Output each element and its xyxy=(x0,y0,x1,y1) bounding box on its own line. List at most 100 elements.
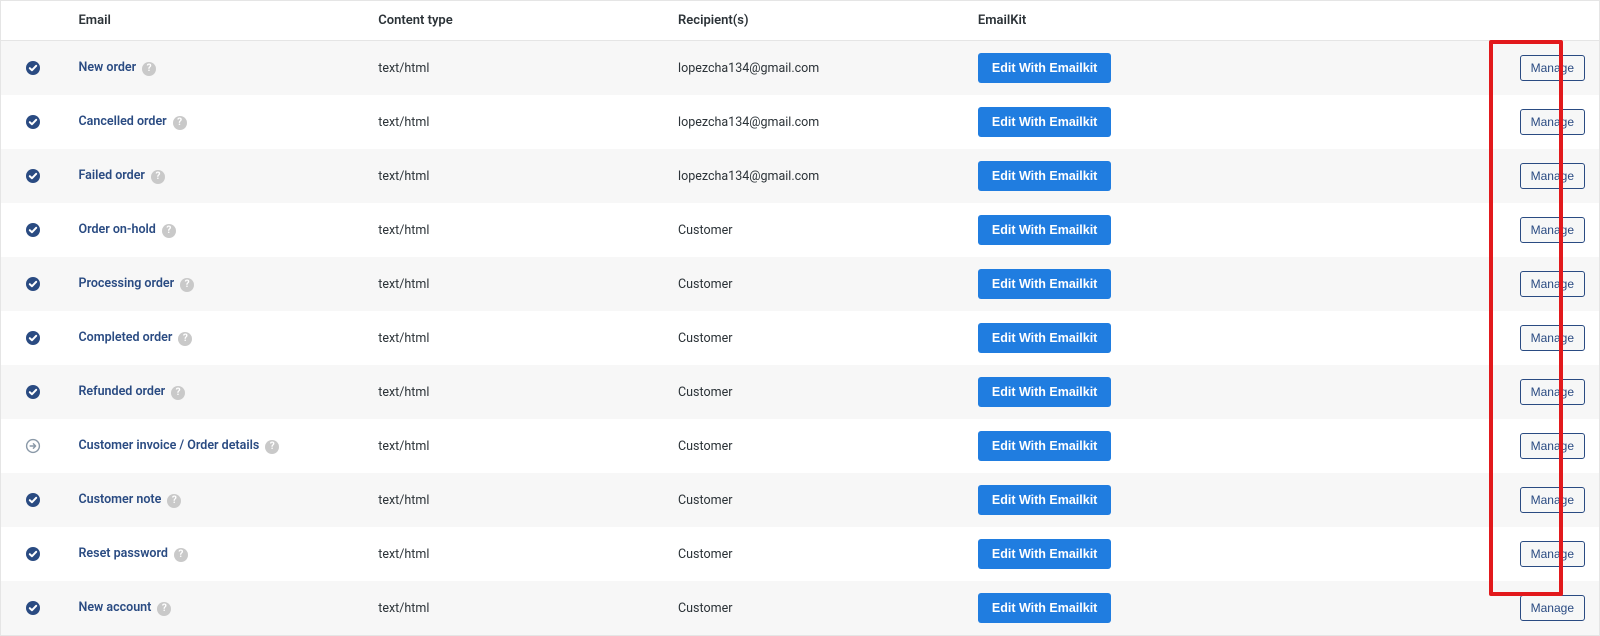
status-cell[interactable] xyxy=(1,527,65,581)
edit-with-emailkit-button[interactable]: Edit With Emailkit xyxy=(978,593,1111,623)
edit-with-emailkit-button[interactable]: Edit With Emailkit xyxy=(978,161,1111,191)
edit-with-emailkit-button[interactable]: Edit With Emailkit xyxy=(978,269,1111,299)
email-name-link[interactable]: Refunded order xyxy=(78,384,165,399)
emailkit-cell: Edit With Emailkit xyxy=(964,311,1484,365)
help-icon[interactable]: ? xyxy=(142,62,156,76)
status-cell[interactable] xyxy=(1,311,65,365)
manage-cell: Manage xyxy=(1483,203,1599,257)
table-row: Cancelled order? text/htmllopezcha134@gma… xyxy=(1,95,1600,149)
status-cell[interactable] xyxy=(1,365,65,419)
recipient-cell: lopezcha134@gmail.com xyxy=(664,149,964,203)
edit-with-emailkit-button[interactable]: Edit With Emailkit xyxy=(978,215,1111,245)
column-email[interactable]: Email xyxy=(64,1,364,41)
status-manual-icon xyxy=(25,438,41,454)
manage-cell: Manage xyxy=(1483,95,1599,149)
content-type-cell: text/html xyxy=(364,365,664,419)
emailkit-cell: Edit With Emailkit xyxy=(964,581,1484,636)
email-name-link[interactable]: Failed order xyxy=(78,168,144,183)
manage-cell: Manage xyxy=(1483,149,1599,203)
content-type-cell: text/html xyxy=(364,95,664,149)
status-enabled-icon xyxy=(25,330,41,346)
column-manage xyxy=(1483,1,1599,41)
manage-button[interactable]: Manage xyxy=(1520,541,1585,567)
email-name-cell: Completed order? xyxy=(64,311,364,365)
recipient-cell: Customer xyxy=(664,581,964,636)
email-name-link[interactable]: Processing order xyxy=(78,276,174,291)
manage-button[interactable]: Manage xyxy=(1520,325,1585,351)
table-row: Completed order?text/htmlCustomerEdit Wi… xyxy=(1,311,1600,365)
manage-cell: Manage xyxy=(1483,527,1599,581)
manage-button[interactable]: Manage xyxy=(1520,271,1585,297)
email-name-cell: Processing order? xyxy=(64,257,364,311)
manage-cell: Manage xyxy=(1483,581,1599,636)
status-cell[interactable] xyxy=(1,257,65,311)
status-cell[interactable] xyxy=(1,149,65,203)
help-icon[interactable]: ? xyxy=(162,224,176,238)
status-cell[interactable] xyxy=(1,419,65,473)
email-name-cell: Customer note? xyxy=(64,473,364,527)
help-icon[interactable]: ? xyxy=(151,170,165,184)
manage-button[interactable]: Manage xyxy=(1520,163,1585,189)
content-type-cell: text/html xyxy=(364,581,664,636)
manage-cell: Manage xyxy=(1483,419,1599,473)
email-name-link[interactable]: Customer invoice / Order details xyxy=(78,438,259,453)
manage-button[interactable]: Manage xyxy=(1520,595,1585,621)
status-enabled-icon xyxy=(25,276,41,292)
edit-with-emailkit-button[interactable]: Edit With Emailkit xyxy=(978,107,1111,137)
emails-table: Email Content type Recipient(s) EmailKit… xyxy=(0,0,1600,636)
edit-with-emailkit-button[interactable]: Edit With Emailkit xyxy=(978,539,1111,569)
edit-with-emailkit-button[interactable]: Edit With Emailkit xyxy=(978,485,1111,515)
recipient-cell: lopezcha134@gmail.com xyxy=(664,95,964,149)
recipient-cell: Customer xyxy=(664,473,964,527)
help-icon[interactable]: ? xyxy=(265,440,279,454)
email-name-link[interactable]: Reset password xyxy=(78,546,167,561)
emailkit-cell: Edit With Emailkit xyxy=(964,419,1484,473)
content-type-cell: text/html xyxy=(364,149,664,203)
manage-cell: Manage xyxy=(1483,473,1599,527)
email-name-link[interactable]: Completed order xyxy=(78,330,172,345)
manage-button[interactable]: Manage xyxy=(1520,55,1585,81)
help-icon[interactable]: ? xyxy=(171,386,185,400)
help-icon[interactable]: ? xyxy=(173,116,187,130)
help-icon[interactable]: ? xyxy=(174,548,188,562)
manage-button[interactable]: Manage xyxy=(1520,379,1585,405)
help-icon[interactable]: ? xyxy=(167,494,181,508)
edit-with-emailkit-button[interactable]: Edit With Emailkit xyxy=(978,323,1111,353)
content-type-cell: text/html xyxy=(364,311,664,365)
edit-with-emailkit-button[interactable]: Edit With Emailkit xyxy=(978,53,1111,83)
help-icon[interactable]: ? xyxy=(178,332,192,346)
status-cell[interactable] xyxy=(1,41,65,96)
status-cell[interactable] xyxy=(1,581,65,636)
emailkit-cell: Edit With Emailkit xyxy=(964,149,1484,203)
table-row: New order?text/htmllopezcha134@gmail.com… xyxy=(1,41,1600,96)
manage-button[interactable]: Manage xyxy=(1520,433,1585,459)
help-icon[interactable]: ? xyxy=(180,278,194,292)
email-name-link[interactable]: Order on-hold xyxy=(78,222,155,237)
email-name-link[interactable]: New account xyxy=(78,600,151,615)
email-name-link[interactable]: New order xyxy=(78,60,136,75)
recipient-cell: Customer xyxy=(664,527,964,581)
edit-with-emailkit-button[interactable]: Edit With Emailkit xyxy=(978,377,1111,407)
status-cell[interactable] xyxy=(1,95,65,149)
status-cell[interactable] xyxy=(1,473,65,527)
manage-cell: Manage xyxy=(1483,365,1599,419)
column-recipients[interactable]: Recipient(s) xyxy=(664,1,964,41)
column-status xyxy=(1,1,65,41)
manage-button[interactable]: Manage xyxy=(1520,217,1585,243)
table-row: Refunded order?text/htmlCustomerEdit Wit… xyxy=(1,365,1600,419)
emailkit-cell: Edit With Emailkit xyxy=(964,527,1484,581)
column-emailkit[interactable]: EmailKit xyxy=(964,1,1484,41)
column-content-type[interactable]: Content type xyxy=(364,1,664,41)
email-name-link[interactable]: Cancelled order xyxy=(78,114,166,129)
manage-cell: Manage xyxy=(1483,41,1599,96)
status-cell[interactable] xyxy=(1,203,65,257)
emailkit-cell: Edit With Emailkit xyxy=(964,41,1484,96)
manage-button[interactable]: Manage xyxy=(1520,109,1585,135)
content-type-cell: text/html xyxy=(364,473,664,527)
content-type-cell: text/html xyxy=(364,257,664,311)
email-name-cell: New order? xyxy=(64,41,364,96)
email-name-link[interactable]: Customer note xyxy=(78,492,161,507)
status-enabled-icon xyxy=(25,114,41,130)
manage-button[interactable]: Manage xyxy=(1520,487,1585,513)
edit-with-emailkit-button[interactable]: Edit With Emailkit xyxy=(978,431,1111,461)
